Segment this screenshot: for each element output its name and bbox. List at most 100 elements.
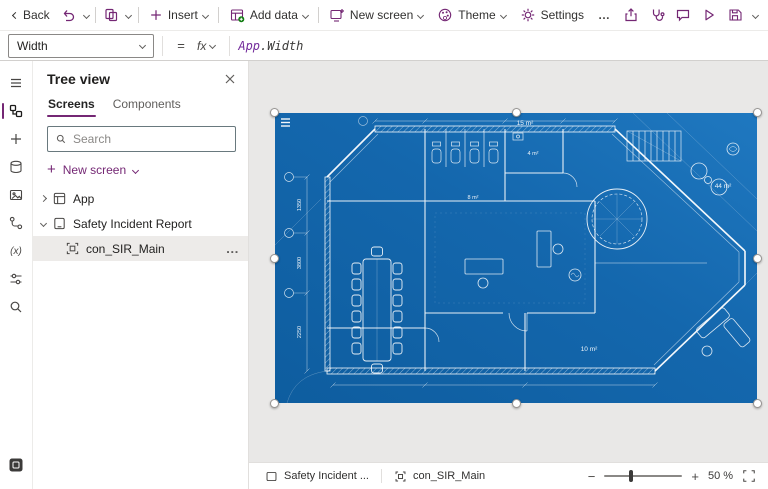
selected-container-con_SIR_Main[interactable]: 15 m² 4 m² 8 m² 44 m² 10 m² 1350 3800 22…	[270, 108, 762, 408]
formula-input[interactable]: App .Width	[238, 31, 768, 60]
rail-power-automate-button[interactable]	[0, 209, 32, 237]
save-dropdown-button[interactable]	[748, 0, 762, 30]
tree-item-label: App	[73, 191, 95, 206]
resize-handle-bottom-middle[interactable]	[511, 399, 521, 408]
tree-view-header: Tree view	[33, 61, 248, 91]
tab-screens[interactable]: Screens	[47, 93, 96, 118]
tree-view-tabs: Screens Components	[33, 91, 248, 118]
flow-branch-icon	[8, 215, 24, 231]
blueprint-area-label: 8 m²	[468, 195, 479, 201]
theme-button[interactable]: Theme	[430, 0, 512, 30]
chevron-down-icon	[301, 11, 309, 19]
divider	[217, 7, 219, 23]
resize-handle-bottom-left[interactable]	[270, 399, 279, 408]
blueprint-area-label: 15 m²	[517, 120, 534, 127]
chevron-down-icon	[751, 11, 759, 19]
rail-tree-view-button[interactable]	[0, 97, 32, 125]
tree-view-panel: Tree view Screens Components + New scree…	[33, 61, 249, 489]
resize-handle-middle-right[interactable]	[753, 253, 762, 263]
chevron-down-icon	[209, 41, 217, 50]
paste-icon	[103, 7, 119, 23]
new-screen-button[interactable]: New screen	[322, 0, 430, 30]
divider	[95, 7, 97, 23]
search-input[interactable]	[73, 132, 228, 146]
settings-button[interactable]: Settings	[513, 0, 591, 30]
tree-view-icon	[8, 103, 24, 119]
app-icon	[52, 191, 67, 206]
plus-icon	[8, 131, 24, 147]
save-button[interactable]	[722, 0, 748, 30]
fx-dropdown-button[interactable]: fx	[191, 34, 221, 58]
design-canvas[interactable]: 15 m² 4 m² 8 m² 44 m² 10 m² 1350 3800 22…	[249, 61, 768, 462]
zoom-slider[interactable]	[604, 470, 683, 482]
breadcrumb-screen[interactable]: Safety Incident ...	[261, 470, 373, 483]
chevron-down-icon	[39, 219, 48, 228]
app-checker-button[interactable]	[644, 0, 670, 30]
status-bar: Safety Incident ... con_SIR_Main − + 50 …	[249, 462, 768, 489]
resize-handle-middle-left[interactable]	[270, 253, 279, 263]
app-checker-icon	[649, 7, 665, 23]
rail-insert-button[interactable]	[0, 125, 32, 153]
property-selector-value: Width	[17, 38, 48, 53]
insert-button[interactable]: Insert	[142, 0, 215, 30]
settings-label: Settings	[540, 8, 584, 22]
back-button[interactable]: Back	[6, 0, 57, 30]
left-rail: (x)	[0, 61, 33, 489]
comment-icon	[675, 7, 691, 23]
add-data-button[interactable]: Add data	[222, 0, 315, 30]
equals-button[interactable]: =	[171, 35, 191, 57]
resize-handle-bottom-right[interactable]	[753, 399, 762, 408]
zoom-in-button[interactable]: +	[691, 469, 699, 484]
chevron-down-icon	[201, 11, 209, 19]
search-icon	[55, 133, 67, 145]
chevron-down-icon	[138, 41, 147, 50]
breadcrumb-control-label: con_SIR_Main	[413, 470, 486, 482]
resize-handle-top-left[interactable]	[270, 108, 279, 117]
property-selector[interactable]: Width	[8, 33, 154, 58]
rail-variables-button[interactable]: (x)	[0, 237, 32, 265]
zoom-out-button[interactable]: −	[588, 469, 596, 484]
share-button[interactable]	[618, 0, 644, 30]
fit-screen-icon	[742, 469, 756, 483]
item-overflow-button[interactable]: …	[226, 241, 240, 256]
new-screen-tree-button[interactable]: + New screen	[33, 154, 248, 186]
rail-data-button[interactable]	[0, 153, 32, 181]
comments-button[interactable]	[670, 0, 696, 30]
overflow-label: …	[597, 8, 611, 22]
close-panel-button[interactable]	[224, 73, 236, 85]
studio-body: (x) Tree view Screens Components + New s…	[0, 61, 768, 489]
tree-item-screen[interactable]: Safety Incident Report	[33, 211, 248, 236]
plus-icon: +	[47, 161, 56, 178]
tab-components[interactable]: Components	[112, 93, 182, 118]
tree-item-app[interactable]: App	[33, 186, 248, 211]
rail-search-button[interactable]	[0, 293, 32, 321]
chevron-left-icon	[11, 11, 20, 19]
tree-item-container[interactable]: con_SIR_Main …	[33, 236, 248, 261]
formula-object: App	[238, 38, 261, 53]
toolbar-overflow-button[interactable]: …	[591, 0, 618, 30]
resize-handle-top-right[interactable]	[753, 108, 762, 117]
undo-button[interactable]	[57, 0, 80, 30]
sliders-icon	[8, 271, 24, 287]
fx-label: fx	[197, 38, 207, 53]
new-screen-icon	[329, 7, 345, 23]
search-icon	[8, 299, 24, 315]
new-screen-label: New screen	[62, 163, 127, 177]
blueprint-image: 15 m² 4 m² 8 m² 44 m² 10 m² 1350 3800 22…	[275, 113, 757, 403]
rail-advanced-tools-button[interactable]	[0, 265, 32, 293]
breadcrumb-control[interactable]: con_SIR_Main	[390, 470, 489, 483]
divider	[162, 35, 163, 56]
zoom-slider-thumb[interactable]	[629, 470, 634, 482]
new-screen-label: New screen	[349, 8, 414, 22]
fit-to-window-button[interactable]	[742, 469, 756, 483]
preview-play-button[interactable]	[696, 0, 722, 30]
paste-button[interactable]	[99, 0, 122, 30]
resize-handle-top-middle[interactable]	[511, 108, 521, 117]
paste-dropdown-button[interactable]	[122, 0, 134, 30]
equals-label: =	[177, 38, 185, 53]
rail-bottom-app-button[interactable]	[0, 451, 32, 479]
rail-media-button[interactable]	[0, 181, 32, 209]
breadcrumb-screen-label: Safety Incident ...	[284, 470, 369, 482]
rail-menu-button[interactable]	[0, 69, 32, 97]
undo-dropdown-button[interactable]	[80, 0, 92, 30]
